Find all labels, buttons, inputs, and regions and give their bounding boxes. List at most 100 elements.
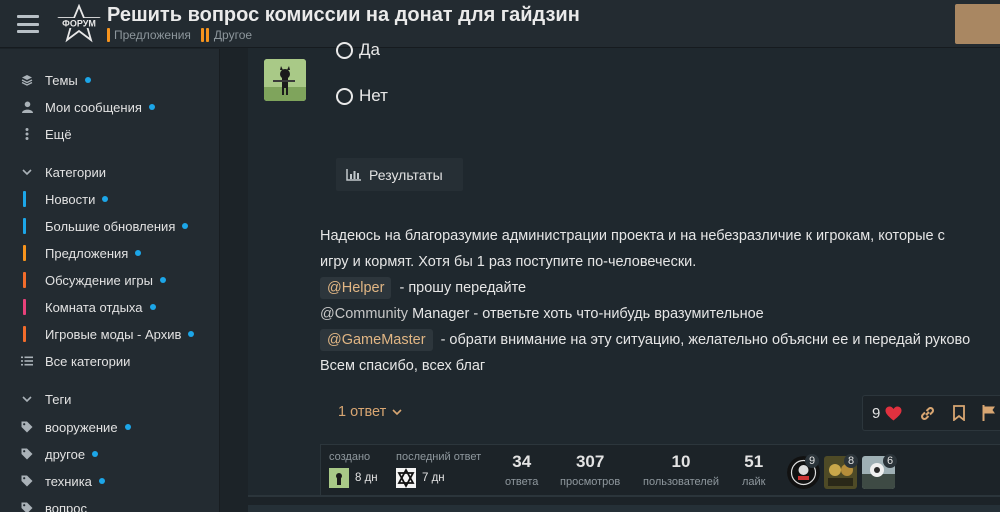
post-text-line: Надеюсь на благоразумие администрации пр… — [320, 228, 945, 244]
created-value-row: 8 дн — [329, 468, 378, 488]
bookmark-icon[interactable] — [953, 405, 966, 421]
mention-link[interactable]: @Helper — [320, 277, 392, 299]
stat-number: 10 — [671, 452, 691, 471]
topic-map: создано 8 дн последний ответ 7 дн 34 отв… — [320, 444, 1000, 495]
stat-users: 10 пользователей — [643, 452, 719, 488]
sidebar: Темы Мои сообщения Ещё Категории Новости… — [0, 49, 220, 512]
post-actions: 9 — [862, 395, 1000, 431]
sidebar-item-more[interactable]: Ещё — [0, 122, 220, 146]
poll-option-label: Нет — [359, 86, 388, 105]
chevron-down-icon — [20, 395, 34, 403]
sidebar-item-label: Все категории — [45, 353, 131, 369]
sidebar-item-label: вопрос — [45, 500, 87, 512]
unread-dot — [92, 451, 99, 457]
stat-number: 51 — [744, 452, 764, 471]
unread-dot — [84, 77, 91, 83]
sidebar-item-category[interactable]: Комната отдыха — [0, 295, 220, 319]
breadcrumb-subcategory[interactable]: Другое — [200, 28, 253, 42]
sidebar-item-tag[interactable]: другое — [0, 442, 220, 466]
sidebar-item-label: Игровые моды - Архив — [45, 326, 182, 342]
participant-post-count: 6 — [883, 454, 898, 468]
stat-label: просмотров — [560, 476, 621, 488]
category-color-icon — [23, 299, 26, 315]
radio-button-icon[interactable] — [336, 87, 353, 105]
sidebar-item-tag[interactable]: техника — [0, 469, 220, 493]
sidebar-item-category[interactable]: Новости — [0, 187, 220, 211]
like-count[interactable]: 9 — [872, 405, 880, 422]
author-avatar[interactable] — [264, 59, 306, 101]
breadcrumb: Предложения Другое — [107, 28, 252, 42]
topic-last-reply: последний ответ 7 дн — [396, 451, 481, 488]
last-replier-avatar[interactable] — [396, 468, 416, 488]
category-color-icon — [23, 218, 26, 234]
link-icon[interactable] — [919, 405, 936, 422]
breadcrumb-category-label: Предложения — [114, 28, 191, 42]
sidebar-item-topics[interactable]: Темы — [0, 68, 220, 92]
sidebar-item-label: Ещё — [45, 126, 72, 142]
post-text-line: @Helper - прошу передайте — [320, 277, 527, 299]
breadcrumb-subcategory-label: Другое — [213, 28, 253, 42]
last-reply-value: 7 дн — [422, 472, 445, 484]
tag-icon — [20, 448, 34, 460]
tag-icon — [20, 421, 34, 433]
post-text-line: @GameMaster - обрати внимание на эту сит… — [320, 329, 971, 351]
stat-number: 307 — [575, 452, 605, 471]
heart-icon[interactable] — [885, 406, 902, 421]
stat-number: 34 — [512, 452, 532, 471]
sidebar-item-tag[interactable]: вопрос — [0, 496, 220, 512]
sidebar-item-tag[interactable]: вооружение — [0, 415, 220, 439]
flag-icon[interactable] — [982, 405, 996, 421]
sidebar-section-categories[interactable]: Категории — [0, 160, 220, 184]
sidebar-item-all-categories[interactable]: Все категории — [0, 349, 220, 373]
post-text-segment: Manager - ответьте хоть что-нибудь вразу… — [412, 306, 764, 322]
stat-views: 307 просмотров — [560, 452, 620, 488]
mention-text: @Community — [320, 306, 409, 322]
sidebar-item-category[interactable]: Игровые моды - Архив — [0, 322, 220, 346]
stat-likes: 51 лайк — [742, 452, 766, 488]
hamburger-menu-icon[interactable] — [17, 15, 39, 33]
chevron-down-icon — [20, 168, 34, 176]
vertical-ellipsis-icon — [20, 128, 34, 140]
creator-avatar[interactable] — [329, 468, 349, 488]
sidebar-section-tags[interactable]: Теги — [0, 387, 220, 411]
layers-icon — [20, 74, 34, 86]
unread-dot — [124, 424, 131, 430]
category-color-icon — [23, 245, 26, 261]
unread-dot — [149, 304, 156, 310]
subcategory-badge-icon — [200, 28, 210, 42]
poll-results-button[interactable]: Результаты — [336, 158, 463, 191]
forum-logo[interactable]: ФОРУМ — [56, 3, 102, 44]
sidebar-section-label: Категории — [45, 164, 106, 180]
sidebar-section-label: Теги — [45, 391, 72, 407]
mention-link[interactable]: @GameMaster — [320, 329, 433, 351]
next-post-area — [248, 505, 1000, 512]
poll-option[interactable]: Да — [336, 40, 380, 60]
category-color-icon — [23, 326, 26, 342]
sidebar-item-category[interactable]: Предложения — [0, 241, 220, 265]
breadcrumb-category[interactable]: Предложения — [107, 28, 191, 42]
topic-title[interactable]: Решить вопрос комиссии на донат для гайд… — [107, 4, 580, 27]
sidebar-item-label: вооружение — [45, 419, 118, 435]
site-header: ФОРУМ Решить вопрос комиссии на донат дл… — [0, 0, 1000, 48]
unread-dot — [102, 196, 109, 202]
category-badge-icon — [107, 28, 110, 42]
poll-option[interactable]: Нет — [336, 86, 388, 106]
sidebar-item-category[interactable]: Большие обновления — [0, 214, 220, 238]
unread-dot — [182, 223, 189, 229]
show-replies-button[interactable]: 1 ответ — [338, 404, 402, 420]
sidebar-item-label: Предложения — [45, 245, 129, 261]
sidebar-item-label: Темы — [45, 72, 78, 88]
post-text-segment: - обрати внимание на эту ситуацию, желат… — [440, 332, 971, 348]
sidebar-item-my-posts[interactable]: Мои сообщения — [0, 95, 220, 119]
user-icon — [20, 101, 34, 113]
header-user-button[interactable] — [955, 4, 1000, 44]
sidebar-item-label: Мои сообщения — [45, 99, 142, 115]
post-text-segment: - прошу передайте — [399, 280, 527, 296]
unread-dot — [148, 104, 155, 110]
category-color-icon — [23, 272, 26, 288]
radio-button-icon[interactable] — [336, 41, 353, 59]
poll-results-label: Результаты — [369, 166, 443, 183]
sidebar-item-category[interactable]: Обсуждение игры — [0, 268, 220, 292]
unread-dot — [159, 277, 166, 283]
stat-replies[interactable]: 34 ответа — [505, 452, 538, 488]
